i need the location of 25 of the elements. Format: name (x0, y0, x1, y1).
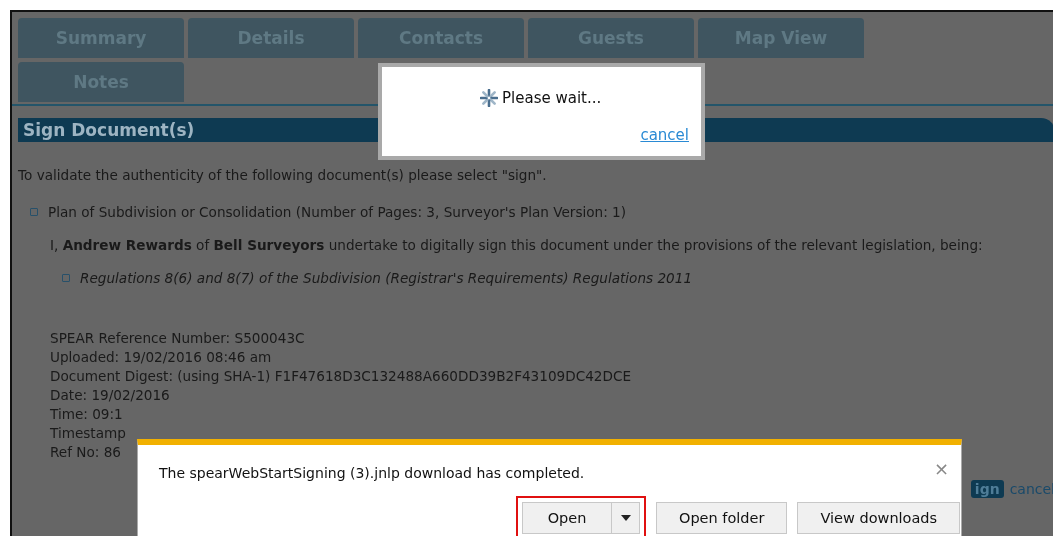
caret-icon (620, 515, 631, 521)
wait-message: Please wait... (502, 89, 602, 107)
cancel-link[interactable]: cancel (640, 126, 689, 144)
close-button[interactable]: × (933, 458, 949, 479)
spinner-icon (480, 89, 498, 107)
detail-line: Time: 09:1 (50, 405, 123, 424)
declaration-text: I, Andrew Rewards of Bell Surveyors undertake to digitally sign this document under the provisions of the relevant legislation, being: (50, 238, 984, 253)
document-item: Plan of Subdivision or Consolidation (Number of Pages: 3, Surveyor's Plan Version: 1) (48, 204, 627, 220)
open-button[interactable]: Open (522, 502, 612, 534)
detail-line: Uploaded: 19/02/2016 08:46 am (50, 348, 272, 367)
regulation-item: Regulations 8(6) and 8(7) of the Subdivision (Registrar's Requirements) Regulations 2011 (80, 270, 693, 286)
detail-line: Date: 19/02/2016 (50, 386, 170, 405)
bullet-icon (62, 274, 70, 282)
detail-line: Ref No: 86 (50, 443, 121, 462)
detail-line: SPEAR Reference Number: S500043C (50, 329, 305, 348)
download-action-button[interactable]: Open folder (656, 502, 788, 534)
bullet-icon (30, 208, 38, 216)
detail-line: Document Digest: (using SHA-1) F1F47618D3C132488A660DD39B2F43109DC42DCE (50, 367, 632, 386)
intro-text: To validate the authenticity of the following document(s) please select "sign". (18, 167, 548, 183)
cancel-link[interactable]: cancel (1009, 481, 1053, 497)
download-action-button[interactable]: View downloads (797, 502, 961, 534)
download-message: The spearWebStartSigning (3).jnlp download has completed. (159, 465, 585, 481)
sign-button[interactable]: ign (970, 480, 1004, 498)
dropdown-button[interactable] (612, 502, 640, 534)
detail-line: Timestamp (50, 424, 126, 443)
